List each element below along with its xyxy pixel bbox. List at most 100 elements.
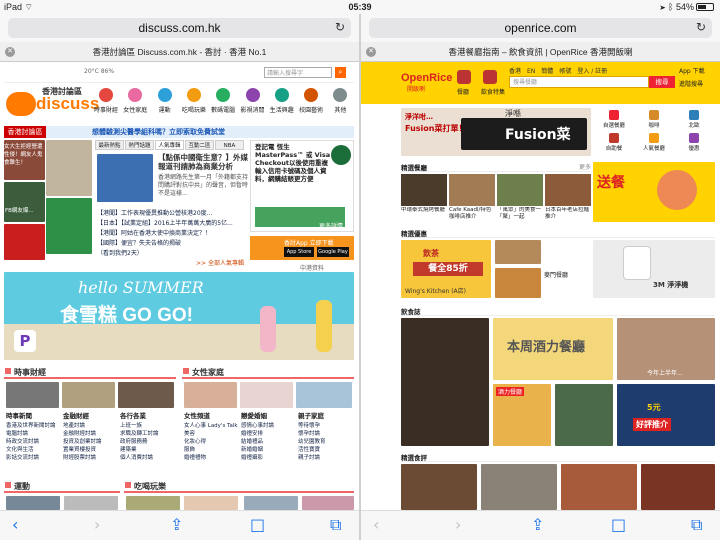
section-thumb[interactable] xyxy=(64,496,118,510)
column-link[interactable]: 求職及轉工討論 xyxy=(120,430,176,438)
column-link[interactable]: 等待懷孕 xyxy=(298,422,354,430)
section-thumb[interactable] xyxy=(62,382,115,408)
reload-icon[interactable]: ↻ xyxy=(696,20,706,34)
column-link[interactable]: 個人消費討論 xyxy=(120,454,176,462)
section-thumb[interactable] xyxy=(126,496,180,510)
appstore-button[interactable]: App Store xyxy=(284,247,314,257)
nav-feature[interactable]: 飲食特集 xyxy=(481,87,505,96)
column-link[interactable]: 女人心事 Lady's Talk xyxy=(184,422,240,430)
topic-tab[interactable]: NBA xyxy=(215,140,244,150)
column-link[interactable]: 婚禮禮物 xyxy=(184,454,240,462)
review-thumb[interactable] xyxy=(561,464,637,510)
restaurant-card[interactable]: 「萬眾」的美食一「聚」一起 xyxy=(497,174,543,222)
topic-tab[interactable]: 互動二區 xyxy=(185,140,214,150)
category-nav-item[interactable]: 數碼電腦 xyxy=(209,88,237,120)
more-link[interactable]: 更多 xyxy=(579,162,591,171)
reload-icon[interactable]: ↻ xyxy=(335,20,345,34)
share-icon[interactable]: ⇪ xyxy=(531,515,544,534)
list-item[interactable]: （看到我們2天） xyxy=(97,248,247,257)
column-link[interactable]: 地產討論 xyxy=(63,422,119,430)
feature-banner[interactable]: 本周酒力餐廳 xyxy=(493,318,613,380)
category-nav-item[interactable]: 吃喝玩樂 xyxy=(180,88,208,120)
topic-tab[interactable]: 最新熱點 xyxy=(95,140,124,150)
column-link[interactable]: 電腦討論 xyxy=(6,430,62,438)
column-link[interactable]: 婚禮攝影 xyxy=(241,454,297,462)
shortcut-item[interactable]: 人氣餐廳 xyxy=(635,133,673,155)
close-tab-icon[interactable]: ✕ xyxy=(366,47,376,57)
column-heading[interactable]: 時事新聞 xyxy=(6,410,62,420)
section-thumb[interactable] xyxy=(184,382,237,408)
column-link[interactable]: 政府服務務 xyxy=(120,438,176,446)
forward-icon[interactable]: › xyxy=(455,515,461,534)
side-thumb[interactable] xyxy=(4,182,45,222)
column-link[interactable]: 新婚婚姻 xyxy=(241,446,297,454)
column-link[interactable]: 上班一族 xyxy=(120,422,176,430)
restaurant-card[interactable]: 中環泰式燒烤餐廳 xyxy=(401,174,447,222)
tabs-icon[interactable]: ⧉ xyxy=(330,515,341,535)
tabs-icon[interactable]: ⧉ xyxy=(691,515,702,535)
column-link[interactable]: 金融財經討論 xyxy=(63,430,119,438)
url-field[interactable]: openrice.com xyxy=(369,18,712,38)
list-item[interactable]: 【日本】【試業定組】2016上半年萬萬大廣的5亿... xyxy=(97,218,247,227)
promo-link[interactable]: 想體驗測尖醫學組科嗎？立即索取免費試堂 xyxy=(92,127,225,137)
restaurant-card[interactable]: 日本百年老店拉麵推介 xyxy=(545,174,591,222)
feature-photo[interactable]: 酒力餐廳 xyxy=(493,384,551,446)
column-link[interactable]: 化妝心得 xyxy=(184,438,240,446)
delivery-promo[interactable]: 送餐 xyxy=(593,162,715,222)
summer-promo-banner[interactable]: hello SUMMER 食雪糕 GO GO! P xyxy=(4,272,354,360)
list-item[interactable]: 【港聞】工作表現優異推動公營核港20度... xyxy=(97,208,247,217)
feature-photo[interactable]: 5元 好評推介 xyxy=(617,384,715,446)
column-heading[interactable]: 金融財經 xyxy=(63,410,119,420)
app-download-banner[interactable]: 香討App 立即下載 App Store Google Play xyxy=(250,236,354,260)
column-link[interactable]: 置業買樓投資 xyxy=(63,446,119,454)
back-icon[interactable]: ‹ xyxy=(373,515,379,534)
googleplay-button[interactable]: Google Play xyxy=(317,247,349,257)
article-title[interactable]: 【點係中國衛生意？】外媒報道刊請肺為商業分析 xyxy=(158,153,248,171)
product-ad[interactable]: 3M 淨淨機 xyxy=(593,240,715,298)
top-link[interactable]: 香港 xyxy=(509,68,521,75)
column-link[interactable]: 財經股票討論 xyxy=(63,454,119,462)
top-link[interactable]: EN xyxy=(527,68,535,75)
shortcut-item[interactable]: 自選餐廳 xyxy=(595,110,633,132)
tab-strip[interactable]: ✕ 香港餐廳指南 – 飲食資訊 | OpenRice 香港開飯喇 xyxy=(361,42,720,62)
ad-box[interactable]: 登記電 恆生MasterPass™ 或 Visa Checkout以後使用重複輸… xyxy=(250,140,354,232)
review-thumb[interactable] xyxy=(401,464,477,510)
section-thumb[interactable] xyxy=(6,382,59,408)
tab-strip[interactable]: ✕ 香港討論區 Discuss.com.hk - 香討 · 香港 No.1 xyxy=(0,42,359,62)
url-field[interactable]: discuss.com.hk xyxy=(8,18,351,38)
coupon-card[interactable]: 飲茶 餐全85折 Wing's Kitchen (A店) xyxy=(401,240,491,298)
review-thumb[interactable] xyxy=(641,464,715,510)
article-image[interactable] xyxy=(97,154,153,202)
column-link[interactable]: 幼兒園教育 xyxy=(298,438,354,446)
column-link[interactable]: 文化與生活 xyxy=(6,446,62,454)
column-link[interactable]: 感情心事討論 xyxy=(241,422,297,430)
column-link[interactable]: 服飾 xyxy=(184,446,240,454)
deal-thumb[interactable] xyxy=(495,268,541,298)
side-thumb[interactable] xyxy=(4,224,45,260)
section-thumb[interactable] xyxy=(296,382,352,408)
app-download-link[interactable]: App 下載 xyxy=(679,66,705,75)
feature-photo[interactable] xyxy=(555,384,613,446)
category-nav-item[interactable]: 其他 xyxy=(326,88,354,120)
column-link[interactable]: 影話交流討論 xyxy=(6,454,62,462)
search-button[interactable]: 搜尋 xyxy=(649,76,675,88)
category-nav-item[interactable]: 時事財經 xyxy=(92,88,120,120)
category-nav-item[interactable]: 運動 xyxy=(151,88,179,120)
section-thumb[interactable] xyxy=(240,382,293,408)
column-heading[interactable]: 戀愛婚姻 xyxy=(241,410,297,420)
feature-article[interactable] xyxy=(401,318,489,446)
column-link[interactable]: 投資及創業討論 xyxy=(63,438,119,446)
top-search-input[interactable]: 請輸入搜尋字 xyxy=(264,67,332,78)
review-thumb[interactable] xyxy=(481,464,557,510)
forward-icon[interactable]: › xyxy=(94,515,100,534)
column-link[interactable]: 時政交流討論 xyxy=(6,438,62,446)
bookmarks-icon[interactable]: □ xyxy=(611,515,626,534)
restaurant-card[interactable]: Cafe Kaadl/特色咖啡店推介 xyxy=(449,174,495,222)
list-more-link[interactable]: >> 全部人氣專輯 xyxy=(196,258,244,267)
side-thumb[interactable] xyxy=(46,198,92,254)
topic-tab[interactable]: 人氣專輯 xyxy=(155,140,184,150)
share-icon[interactable]: ⇪ xyxy=(170,515,183,534)
top-link[interactable]: 登入 / 註冊 xyxy=(577,68,607,75)
shortcut-item[interactable]: 自助餐 xyxy=(595,133,633,155)
section-thumb[interactable] xyxy=(184,496,238,510)
